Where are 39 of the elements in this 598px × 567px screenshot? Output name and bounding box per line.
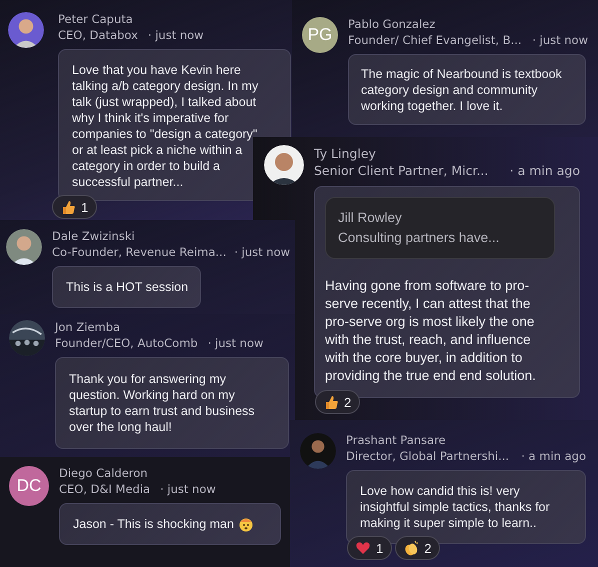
heart-icon: [355, 540, 371, 556]
thumbs-up-icon: [323, 394, 339, 410]
quote-text: Consulting partners have...: [338, 229, 500, 247]
message-text: Having gone from software to pro-serve recently, I can attest that the pro-serve org is most likely the one with the trust, reach, and influence with the core buyer, in addition to providing the true end end solution.: [325, 277, 537, 385]
author-name: Prashant Pansare: [346, 433, 446, 448]
thumbs-up-icon: [60, 199, 76, 215]
author-name: Dale Zwizinski: [52, 229, 135, 244]
timestamp: · just now: [148, 27, 204, 43]
reaction-button[interactable]: 1: [52, 195, 98, 219]
timestamp: · a min ago: [510, 162, 580, 179]
timestamp: · just now: [208, 335, 264, 351]
message-text: Thank you for answering my question. Working hard on my startup to earn trust and business over the long haul!: [69, 371, 256, 435]
avatar: DC: [9, 466, 49, 506]
quote-author: Jill Rowley: [338, 209, 403, 227]
author-name: Pablo Gonzalez: [348, 17, 436, 32]
timestamp: · just now: [234, 244, 290, 260]
author-role: Director, Global Partnershi...: [346, 448, 510, 464]
message-text: Love how candid this is! very insightful simple tactics, thanks for making it super simple to learn..: [360, 483, 551, 531]
avatar: PG: [302, 17, 338, 53]
message-text: The magic of Nearbound is textbook category design and community working together. I love it.: [361, 66, 563, 114]
author-role: CEO, D&I Media: [59, 481, 150, 497]
author-role: Founder/CEO, AutoComb: [55, 335, 198, 351]
message-text: This is a HOT session: [66, 279, 188, 295]
timestamp: · just now: [532, 32, 588, 48]
author-name: Jon Ziemba: [55, 320, 120, 335]
reaction-button[interactable]: 2: [395, 536, 440, 560]
reaction-button[interactable]: 1: [347, 536, 392, 560]
author-role: Senior Client Partner, Micr...: [314, 162, 488, 179]
author-name: Diego Calderon: [59, 466, 148, 481]
author-role: Co-Founder, Revenue Reima...: [52, 244, 226, 260]
message-text: Love that you have Kevin here talking a/b category design. In my talk (just wrapped), I talked about why I think it's imperative for companies to "design a category" or at least pick a niche within a category in order to build a successful partner...: [72, 62, 260, 190]
message-text: Jason - This is shocking man: [73, 516, 234, 532]
timestamp: · a min ago: [521, 448, 586, 464]
author-role: Founder/ Chief Evangelist, B...: [348, 32, 522, 48]
author-name: Ty Lingley: [314, 145, 376, 162]
author-role: CEO, Databox: [58, 27, 138, 43]
timestamp: · just now: [160, 481, 216, 497]
author-name: Peter Caputa: [58, 12, 133, 27]
reaction-button[interactable]: 2: [315, 390, 360, 414]
